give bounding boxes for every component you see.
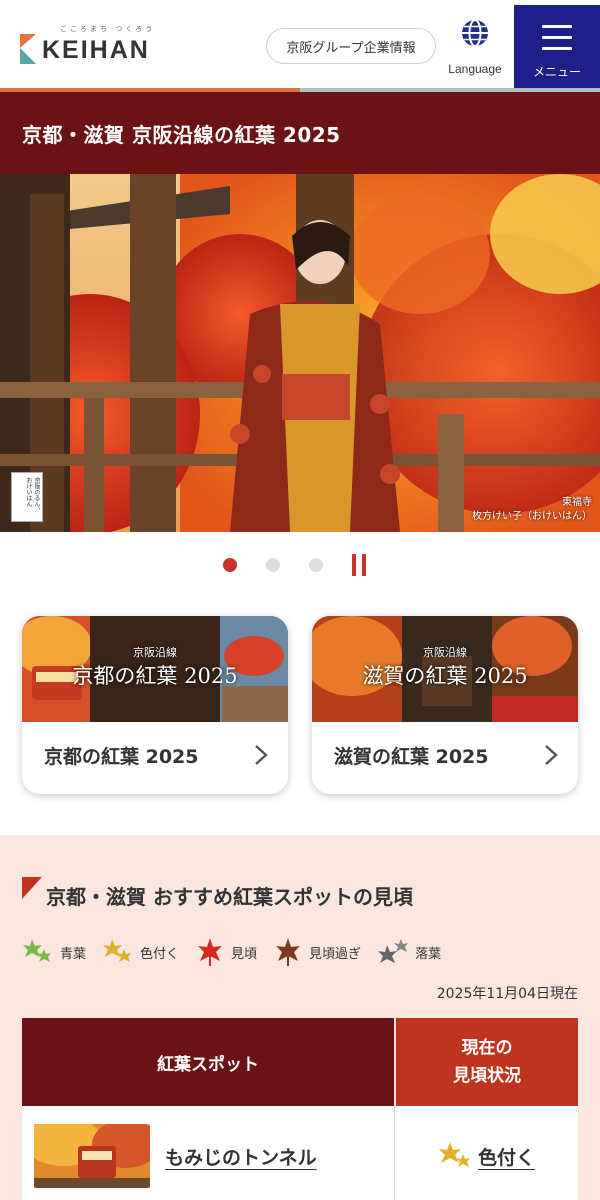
gray-leaf-icon [378,939,409,963]
legend-irozuku: 色付く [102,937,179,967]
language-button[interactable]: Language [440,18,510,80]
globe-icon [462,19,488,47]
card-thumb-title: 滋賀の紅葉 2025 [362,664,528,688]
carousel-dot-2[interactable] [266,558,280,572]
page-title: 京都・滋賀 京阪沿線の紅葉 2025 [0,92,600,174]
logo-wordmark: KEIHAN [42,36,150,64]
card-thumbnail: 京阪沿線京都の紅葉 2025 [22,616,288,722]
card-label: 京都の紅葉 2025 [44,746,199,768]
spot-link[interactable]: もみじのトンネル [165,1143,317,1170]
hamburger-icon [542,25,572,58]
campaign-stamp: 京阪のるん、おけいはん [11,472,43,522]
site-header: こころまち つくろう KEIHAN 京阪グループ企業情報 Language メニ… [0,0,600,92]
col-status-header: 現在の 見頃状況 [394,1018,578,1106]
card-shiga-autumn[interactable]: 京阪沿線滋賀の紅葉 2025 滋賀の紅葉 2025 [312,616,578,794]
card-thumbnail: 京阪沿線滋賀の紅葉 2025 [312,616,578,722]
caption-place: 東福寺 [562,497,592,508]
hero-image [0,174,600,532]
carousel-controls [0,552,600,578]
menu-label: メニュー [532,65,581,79]
legend-aoba: 青葉 [22,937,86,967]
pause-icon[interactable] [352,554,370,576]
section-title: 京都・滋賀 おすすめ紅葉スポットの見頃 [22,877,413,910]
logo-mark-icon [20,34,36,64]
green-leaf-icon [23,939,51,962]
carousel-dot-3[interactable] [309,558,323,572]
caption-person: 枚方けい子（おけいはん） [472,511,592,522]
language-label: Language [448,62,502,76]
brown-leaf-icon [276,938,301,966]
legend-migoro-sugi: 見頃過ぎ [273,937,361,967]
table-row: もみじのトンネル 色付く [22,1106,578,1200]
chevron-right-icon [545,745,558,765]
as-of-date: 2025年11月04日現在 [436,986,578,1002]
group-info-link[interactable]: 京阪グループ企業情報 [266,28,436,64]
red-leaf-icon [198,938,223,966]
card-label: 滋賀の紅葉 2025 [334,746,489,768]
menu-button[interactable]: メニュー [514,5,600,89]
col-spot-header: 紅葉スポット [22,1018,394,1106]
yellow-leaf-icon [103,939,132,962]
yellow-leaf-icon [438,1142,470,1167]
logo-tagline: こころまち つくろう [60,25,156,33]
table-header: 紅葉スポット 現在の 見頃状況 [22,1018,578,1106]
chevron-right-icon [255,745,268,765]
card-kyoto-autumn[interactable]: 京阪沿線京都の紅葉 2025 京都の紅葉 2025 [22,616,288,794]
spot-cell: もみじのトンネル [22,1106,394,1200]
spot-thumbnail [34,1124,150,1188]
corner-flag-icon [22,877,42,899]
hero-caption: 東福寺 枚方けい子（おけいはん） [472,496,592,524]
status-table: 紅葉スポット 現在の 見頃状況 もみじのトンネル 色付く [22,1018,578,1200]
carousel-dot-1[interactable] [223,558,237,572]
card-thumb-sub: 京阪沿線 [133,646,177,659]
legend-migoro: 見頃 [195,937,257,967]
card-thumb-title: 京都の紅葉 2025 [72,664,238,688]
foliage-status-section: 京都・滋賀 おすすめ紅葉スポットの見頃 青葉 色付く 見頃 見頃過ぎ 落葉 20… [0,835,600,1200]
status-legend: 青葉 色付く 見頃 見頃過ぎ 落葉 [22,937,457,967]
legend-rakuyou: 落葉 [377,937,441,967]
keihan-logo[interactable]: こころまち つくろう KEIHAN [20,24,165,68]
card-thumb-sub: 京阪沿線 [423,646,467,659]
hero-carousel[interactable]: 京阪のるん、おけいはん 東福寺 枚方けい子（おけいはん） [0,174,600,532]
status-cell: 色付く [394,1106,578,1200]
status-link[interactable]: 色付く [478,1143,535,1170]
